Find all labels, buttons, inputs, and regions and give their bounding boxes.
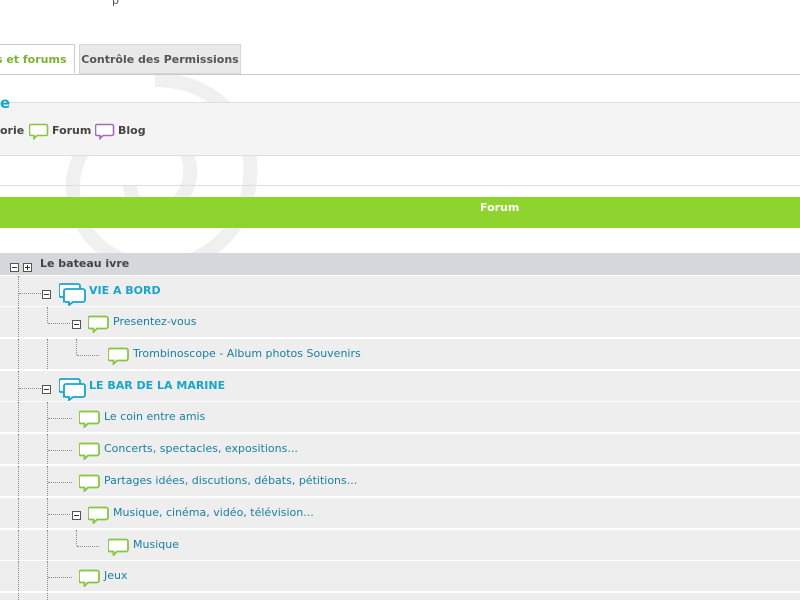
tree-line [77,546,99,547]
tree-line [18,307,19,337]
tree-line [19,388,41,389]
legend-panel: e orie Forum Blog [0,94,800,156]
tree-line [18,530,19,560]
category-icon [59,378,86,401]
tree-line [18,339,19,369]
blog-icon [95,123,115,140]
category-icon [59,283,86,306]
forum-icon [79,442,100,460]
legend-forum-label: Forum [52,124,92,137]
forum-row[interactable]: Presentez-vous [0,307,800,338]
tree-line [47,339,48,369]
tree-line [18,371,19,401]
forum-icon [108,538,129,556]
forum-row[interactable]: Musique [0,530,800,561]
tree-line [18,498,19,528]
collapse-toggle[interactable] [42,290,51,299]
forum-label[interactable]: Musique [133,538,179,551]
tree-line [47,561,48,591]
tree-line [48,577,72,578]
forum-icon [29,123,49,140]
tree-root-row[interactable]: Le bateau ivre [0,253,800,276]
collapse-toggle[interactable] [72,511,81,520]
category-label[interactable]: VIE A BORD [89,284,161,297]
collapse-toggle[interactable] [42,385,51,394]
tree-line [47,434,48,464]
collapse-all-toggle[interactable] [10,263,19,272]
forum-label[interactable]: Trombinoscope - Album photos Souvenirs [133,347,361,360]
tree-line [47,307,48,323]
forum-label[interactable]: Jeux [104,569,128,582]
tree-line [77,355,99,356]
tree-line [76,339,77,355]
tab-permissions[interactable]: Contrôle des Permissions [79,44,241,74]
tree-line [48,514,70,515]
tree-line [47,466,48,496]
forum-icon [108,347,129,365]
tree-line [76,530,77,546]
tree-line [48,482,72,483]
forum-icon [79,410,100,428]
top-note: p [112,0,119,7]
forum-label[interactable]: Concerts, spectacles, expositions... [104,442,298,455]
tree-root-label[interactable]: Le bateau ivre [40,257,129,270]
table-header: Forum [0,197,800,228]
tab-categories-forums[interactable]: es et forums [0,44,75,74]
forum-icon [79,569,100,587]
forum-icon [88,315,109,333]
tree-line [47,593,48,600]
tree-line [48,450,72,451]
legend-category-label: orie [0,124,25,137]
forum-icon [79,474,100,492]
collapse-toggle[interactable] [72,320,81,329]
tab-divider [0,74,800,75]
forum-label[interactable]: Le coin entre amis [104,410,205,423]
forum-row[interactable]: Trombinoscope - Album photos Souvenirs [0,339,800,370]
forum-label[interactable]: Partages idées, discutions, débats, péti… [104,474,357,487]
forum-row[interactable]: Partages idées, discutions, débats, péti… [0,466,800,497]
tree-line [47,498,48,528]
forum-row[interactable]: Jeux [0,561,800,592]
forum-label[interactable]: Musique, cinéma, vidéo, télévision... [113,506,314,519]
category-label[interactable]: LE BAR DE LA MARINE [89,379,225,392]
tree-line [18,561,19,591]
tree-line [48,323,70,324]
legend-blog-label: Blog [118,124,146,137]
forum-row[interactable]: Musique, cinéma, vidéo, télévision... [0,498,800,529]
tree-line [18,434,19,464]
panel-separator [0,185,800,186]
tree-line [18,593,19,600]
tree-line [18,276,19,306]
tab-bar: es et forums Contrôle des Permissions [0,44,800,75]
forum-row[interactable]: Le coin entre amis [0,402,800,433]
forum-label[interactable]: Presentez-vous [113,315,196,328]
tree-line [47,402,48,432]
tree-line [47,530,48,560]
tree-line [19,293,41,294]
column-forum-header: Forum [480,201,520,214]
category-row[interactable]: VIE A BORD [0,276,800,307]
expand-all-toggle[interactable] [23,263,32,272]
panel-title: e [0,94,11,112]
tree-line [18,402,19,432]
forum-icon [88,506,109,524]
category-row[interactable]: LE BAR DE LA MARINE [0,371,800,402]
forum-row[interactable]: Concerts, spectacles, expositions... [0,434,800,465]
tree-line [48,418,72,419]
tree-line [18,466,19,496]
